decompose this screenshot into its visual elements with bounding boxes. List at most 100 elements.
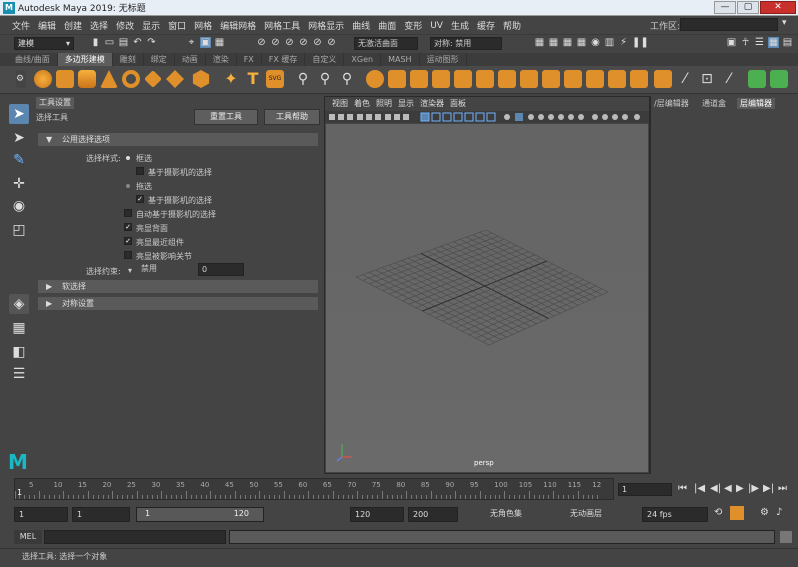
step-back-key-icon[interactable]: |◀ bbox=[694, 483, 705, 495]
shelf-tab-custom[interactable]: 自定义 bbox=[305, 53, 345, 66]
range-slider[interactable]: 1 120 bbox=[136, 507, 264, 522]
checkbox-backface[interactable]: ✓ bbox=[124, 223, 132, 231]
step-forward-key-icon[interactable]: ▶| bbox=[763, 483, 774, 495]
tool-help-button[interactable]: 工具帮助 bbox=[264, 109, 320, 125]
poly-cube-icon[interactable] bbox=[56, 70, 74, 88]
select-component-icon[interactable]: ▦ bbox=[214, 37, 225, 48]
tool-settings-tab[interactable]: 工具设置 bbox=[36, 97, 74, 109]
svg-icon[interactable]: SVG bbox=[266, 70, 284, 88]
radio-drag[interactable] bbox=[126, 184, 130, 188]
vp-menu-lighting[interactable]: 照明 bbox=[373, 97, 395, 111]
open-scene-icon[interactable]: ▭ bbox=[104, 37, 115, 48]
fill-hole-icon[interactable] bbox=[476, 70, 494, 88]
ipr-render-icon[interactable]: ▦ bbox=[562, 37, 573, 48]
shelf-menu-icon[interactable]: ⚙ bbox=[16, 70, 26, 88]
human-ik-icon[interactable]: ☥ bbox=[740, 37, 751, 48]
bridge-icon[interactable]: ⚲ bbox=[294, 70, 312, 88]
vp-menu-show[interactable]: 显示 bbox=[395, 97, 417, 111]
insert-edge-loop-icon[interactable] bbox=[542, 70, 560, 88]
current-frame-field[interactable]: 1 bbox=[618, 483, 672, 496]
extrude-icon[interactable] bbox=[388, 70, 406, 88]
constraint-dropdown[interactable]: 禁用 bbox=[138, 263, 196, 276]
checkbox-affects-joints[interactable] bbox=[124, 251, 132, 259]
shelf-tab-animation[interactable]: 动画 bbox=[175, 53, 206, 66]
step-forward-frame-icon[interactable]: |▶ bbox=[748, 483, 759, 495]
smooth-icon[interactable] bbox=[366, 70, 384, 88]
character-set-dropdown[interactable]: 无角色集 bbox=[486, 507, 556, 522]
bevel-icon[interactable] bbox=[410, 70, 428, 88]
menu-mesh-tools[interactable]: 网格工具 bbox=[260, 19, 304, 32]
play-forward-icon[interactable]: ▶ bbox=[736, 483, 744, 495]
target-weld-icon[interactable] bbox=[586, 70, 604, 88]
multi-cut-icon[interactable] bbox=[564, 70, 582, 88]
script-editor-icon[interactable] bbox=[780, 531, 792, 543]
poly-disc-icon[interactable] bbox=[166, 70, 184, 88]
step-back-frame-icon[interactable]: ◀| bbox=[710, 483, 721, 495]
shelf-tab-sculpting[interactable]: 雕刻 bbox=[113, 53, 144, 66]
lock-icon[interactable]: ▾ bbox=[782, 18, 787, 28]
sculpt-icon[interactable]: ⁄ bbox=[720, 70, 738, 88]
shelf-tab-fx[interactable]: FX bbox=[237, 53, 262, 66]
sound-icon[interactable]: ♪ bbox=[776, 507, 782, 519]
radio-marquee[interactable] bbox=[126, 156, 130, 160]
playback-end-field[interactable]: 120 bbox=[350, 507, 404, 522]
maximize-button[interactable]: ▢ bbox=[737, 1, 759, 14]
four-view-icon[interactable]: ▦ bbox=[9, 318, 29, 338]
play-backward-icon[interactable]: ◀ bbox=[724, 483, 732, 495]
snap-point-icon[interactable]: ⊘ bbox=[284, 37, 295, 48]
workspace-dropdown[interactable] bbox=[680, 18, 778, 31]
uv-toolkit-icon[interactable] bbox=[748, 70, 766, 88]
superellipse-icon[interactable]: ✦ bbox=[222, 70, 240, 88]
menu-edit-mesh[interactable]: 编辑网格 bbox=[216, 19, 260, 32]
planar-uv-icon[interactable] bbox=[654, 70, 672, 88]
go-to-end-icon[interactable]: ⏭ bbox=[778, 483, 787, 495]
append-icon[interactable] bbox=[454, 70, 472, 88]
menu-surfaces[interactable]: 曲面 bbox=[374, 19, 400, 32]
select-tool-icon[interactable]: ➤ bbox=[9, 104, 29, 124]
type-icon[interactable]: T bbox=[244, 70, 262, 88]
tab-channel-box[interactable]: 通道盒 bbox=[699, 98, 729, 109]
menu-modify[interactable]: 修改 bbox=[112, 19, 138, 32]
menu-create[interactable]: 创建 bbox=[60, 19, 86, 32]
select-object-icon[interactable]: ▣ bbox=[200, 37, 211, 48]
symmetry-field[interactable]: 对称: 禁用 bbox=[430, 37, 502, 50]
viewport-canvas[interactable]: persp bbox=[326, 124, 648, 472]
modeling-toolkit-icon[interactable]: ▣ bbox=[726, 37, 737, 48]
mirror-icon[interactable] bbox=[498, 70, 516, 88]
vp-menu-shading[interactable]: 着色 bbox=[351, 97, 373, 111]
menu-display[interactable]: 显示 bbox=[138, 19, 164, 32]
checkbox-auto-camera[interactable] bbox=[124, 209, 132, 217]
render-view-icon[interactable]: ▦ bbox=[534, 37, 545, 48]
platonic-solid-icon[interactable] bbox=[192, 70, 210, 88]
anim-layer-dropdown[interactable]: 无动画层 bbox=[566, 507, 630, 522]
time-slider-track[interactable]: 1 5 10 15 20 25 30 35 40 45 50 55 60 65 70 75 80 85 90 95 1… bbox=[14, 478, 614, 500]
persp-outliner-icon[interactable]: ◧ bbox=[9, 342, 29, 362]
viewport-toolbar-icons[interactable] bbox=[325, 111, 649, 123]
snap-view-icon[interactable]: ⊘ bbox=[298, 37, 309, 48]
scene-end-field[interactable]: 200 bbox=[408, 507, 458, 522]
shelf-tab-rendering[interactable]: 渲染 bbox=[206, 53, 237, 66]
redo-icon[interactable]: ↷ bbox=[146, 37, 157, 48]
quad-draw-icon[interactable] bbox=[608, 70, 626, 88]
menu-edit[interactable]: 编辑 bbox=[34, 19, 60, 32]
reset-tool-button[interactable]: 重置工具 bbox=[194, 109, 258, 125]
shelf-tab-poly-modeling[interactable]: 多边形建模 bbox=[57, 53, 113, 66]
checkbox-nearest[interactable]: ✓ bbox=[124, 237, 132, 245]
shelf-tab-rigging[interactable]: 绑定 bbox=[144, 53, 175, 66]
menu-mesh-display[interactable]: 网格显示 bbox=[304, 19, 348, 32]
tool-settings-icon[interactable]: ▦ bbox=[768, 37, 779, 48]
snap-grid-icon[interactable]: ⊘ bbox=[256, 37, 267, 48]
shelf-tab-curves-surfaces[interactable]: 曲线/曲面 bbox=[8, 53, 58, 66]
playback-start-field[interactable]: 1 bbox=[72, 507, 130, 522]
outliner-icon[interactable]: ☰ bbox=[9, 364, 29, 384]
shelf-tab-fx-caching[interactable]: FX 缓存 bbox=[262, 53, 306, 66]
section-common-selection[interactable]: ▼ 公用选择选项 bbox=[38, 133, 318, 146]
tab-layer-editor-1[interactable]: /层编辑器 bbox=[651, 98, 692, 109]
shelf-tab-mash[interactable]: MASH bbox=[381, 53, 420, 66]
auto-key-icon[interactable] bbox=[730, 506, 744, 520]
render-sequence-icon[interactable]: ⚡ bbox=[618, 37, 629, 48]
snap-surface-icon[interactable]: ⊘ bbox=[312, 37, 323, 48]
snap-live-icon[interactable]: ⊘ bbox=[326, 37, 337, 48]
playblast-icon[interactable]: ❚❚ bbox=[632, 37, 649, 48]
rotate-tool-icon[interactable]: ◉ bbox=[9, 196, 29, 216]
